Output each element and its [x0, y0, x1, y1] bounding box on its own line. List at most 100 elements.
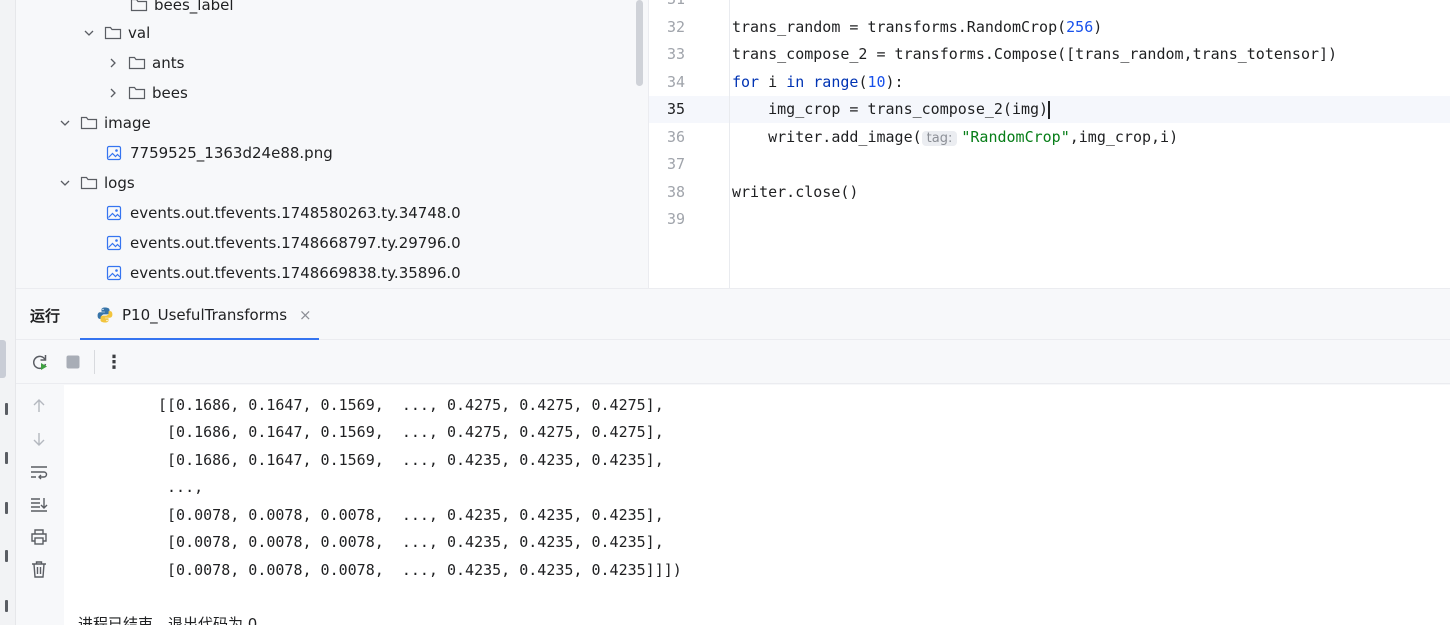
tree-item-label: events.out.tfevents.1748668797.ty.29796.…	[130, 234, 461, 252]
ide-window: bees_label val ants bees image 7759525_1…	[0, 0, 1450, 625]
stop-icon	[66, 355, 80, 369]
strip-mark	[5, 600, 8, 612]
console-line: [0.0078, 0.0078, 0.0078, ..., 0.4235, 0.…	[158, 533, 664, 551]
arrow-down-icon	[33, 433, 45, 446]
tree-item-label: val	[128, 24, 151, 42]
tree-item-label: bees	[152, 84, 188, 102]
tree-item[interactable]: bees_label	[130, 0, 234, 20]
tree-item-label: bees_label	[154, 0, 234, 14]
console-output[interactable]: [[0.1686, 0.1647, 0.1569, ..., 0.4275, 0…	[64, 385, 1450, 625]
toolbar-separator	[94, 350, 95, 374]
tab-run-config[interactable]: P10_UsefulTransforms ×	[80, 289, 319, 341]
chevron-down-icon[interactable]	[58, 116, 72, 130]
console-line: [[0.1686, 0.1647, 0.1569, ..., 0.4275, 0…	[158, 396, 664, 414]
run-panel-title: 运行	[30, 307, 61, 325]
soft-wrap-button[interactable]	[27, 460, 51, 484]
print-button[interactable]	[27, 525, 51, 549]
folder-icon	[128, 85, 146, 101]
strip-mark	[5, 452, 8, 464]
strip-mark	[5, 403, 8, 415]
more-options-button[interactable]: ⋮	[102, 350, 126, 374]
chevron-down-icon[interactable]	[58, 176, 72, 190]
code-line: writer.close()	[732, 183, 859, 201]
folder-icon	[80, 175, 98, 191]
folder-icon	[80, 115, 98, 131]
line-number: 36	[666, 128, 685, 146]
project-tree: bees_label val ants bees image 7759525_1…	[16, 0, 648, 288]
tree-item-label: events.out.tfevents.1748580263.ty.34748.…	[130, 204, 461, 222]
tree-item[interactable]: events.out.tfevents.1748580263.ty.34748.…	[106, 198, 461, 228]
trash-icon	[32, 561, 46, 578]
python-icon	[96, 306, 114, 324]
tree-item[interactable]: events.out.tfevents.1748669838.ty.35896.…	[106, 258, 461, 288]
soft-wrap-icon	[31, 466, 48, 480]
line-number: 31	[649, 0, 685, 8]
tree-item-label: events.out.tfevents.1748669838.ty.35896.…	[130, 264, 461, 282]
tree-item-label: ants	[152, 54, 185, 72]
strip-mark	[5, 550, 8, 562]
tree-item-label: 7759525_1363d24e88.png	[130, 144, 333, 162]
code-line: writer.add_image(tag: "RandomCrop",img_cr…	[732, 128, 1179, 146]
line-number: 32	[666, 18, 685, 36]
chevron-right-icon[interactable]	[106, 86, 120, 100]
scroll-up-button[interactable]	[27, 394, 51, 418]
tree-item[interactable]: bees	[106, 78, 188, 108]
scroll-to-end-icon	[31, 498, 48, 512]
folder-icon	[104, 25, 122, 41]
left-tool-strip	[0, 0, 16, 625]
run-toolbar: ⋮	[16, 340, 1450, 384]
parameter-hint: tag:	[921, 131, 958, 146]
chevron-down-icon[interactable]	[82, 26, 96, 40]
image-file-icon	[106, 145, 124, 161]
folder-icon	[128, 55, 146, 71]
chevron-right-icon[interactable]	[106, 56, 120, 70]
tree-item[interactable]: events.out.tfevents.1748668797.ty.29796.…	[106, 228, 461, 258]
tree-item[interactable]: 7759525_1363d24e88.png	[106, 138, 333, 168]
console-line: [0.0078, 0.0078, 0.0078, ..., 0.4235, 0.…	[158, 506, 664, 524]
rerun-icon	[32, 355, 47, 370]
line-number: 38	[666, 183, 685, 201]
console-side-toolbar	[16, 385, 64, 625]
code-line: trans_compose_2 = transforms.Compose([tr…	[732, 45, 1338, 63]
tree-item[interactable]: image	[58, 108, 151, 138]
code-line: for i in range(10):	[732, 73, 904, 91]
console-line: ...,	[158, 478, 204, 496]
line-gutter: 31 32 33 34 35 36 37 38 39	[649, 0, 729, 288]
image-file-icon	[106, 235, 124, 251]
tree-item-label: logs	[104, 174, 135, 192]
scroll-down-button[interactable]	[27, 427, 51, 451]
process-exit-message: 进程已结束，退出代码为 0	[78, 615, 258, 625]
tree-item[interactable]: ants	[106, 48, 184, 78]
close-icon[interactable]: ×	[299, 306, 312, 324]
gutter-divider	[729, 0, 730, 288]
line-number: 33	[666, 45, 685, 63]
line-number: 39	[666, 210, 685, 228]
console-line: [0.1686, 0.1647, 0.1569, ..., 0.4235, 0.…	[158, 451, 664, 469]
image-file-icon	[106, 205, 124, 221]
run-panel-header: 运行 P10_UsefulTransforms ×	[16, 288, 1450, 341]
code-line: trans_random = transforms.RandomCrop(256…	[732, 18, 1103, 36]
arrow-up-icon	[33, 399, 45, 412]
console-line: [0.1686, 0.1647, 0.1569, ..., 0.4275, 0.…	[158, 423, 664, 441]
active-tool-indicator	[0, 340, 6, 378]
print-icon	[31, 529, 47, 545]
text-caret	[1048, 100, 1050, 119]
line-number: 34	[666, 73, 685, 91]
scroll-to-end-button[interactable]	[27, 492, 51, 516]
line-number: 37	[666, 155, 685, 173]
strip-mark	[5, 502, 8, 514]
code-editor[interactable]: 31 32 33 34 35 36 37 38 39 trans_random …	[648, 0, 1450, 288]
tree-scrollbar[interactable]	[636, 0, 643, 86]
clear-console-button[interactable]	[27, 557, 51, 581]
console-line: [0.0078, 0.0078, 0.0078, ..., 0.4235, 0.…	[158, 561, 682, 579]
stop-button[interactable]	[61, 350, 85, 374]
folder-icon	[130, 0, 148, 13]
tree-item-label: image	[104, 114, 151, 132]
tree-item[interactable]: logs	[58, 168, 135, 198]
tree-item[interactable]: val	[82, 18, 150, 48]
tab-label: P10_UsefulTransforms	[122, 306, 288, 324]
rerun-button[interactable]	[28, 350, 52, 374]
image-file-icon	[106, 265, 124, 281]
code-line-current: img_crop = trans_compose_2(img)	[732, 100, 1050, 119]
line-number-current: 35	[666, 100, 685, 118]
